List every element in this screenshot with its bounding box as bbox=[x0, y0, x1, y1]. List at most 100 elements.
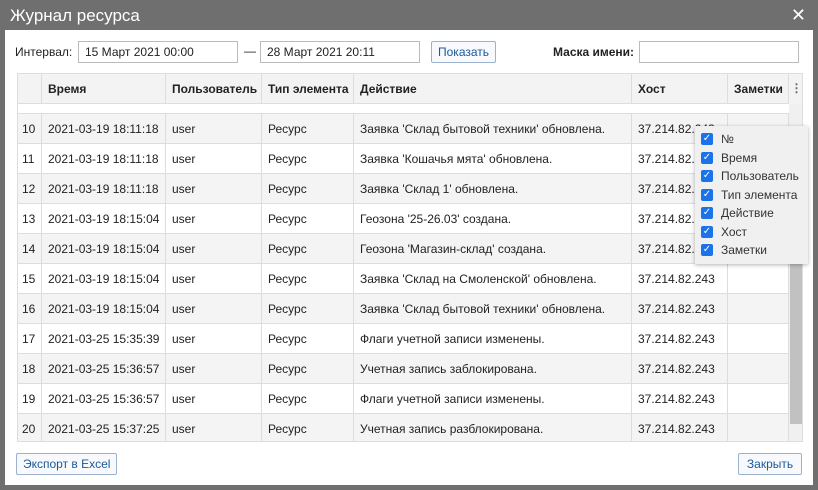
column-menu-icon[interactable]: ⋮ bbox=[789, 74, 802, 104]
table-row[interactable]: 11 2021-03-19 18:11:18 user Ресурс Заявка 'К… bbox=[18, 144, 789, 174]
interval-to-input[interactable] bbox=[260, 41, 420, 63]
column-header[interactable]: Хост bbox=[632, 74, 728, 103]
table-cell: 15 bbox=[18, 264, 42, 293]
column-header[interactable]: Тип элемента bbox=[262, 74, 354, 103]
table-row[interactable]: 10 2021-03-19 18:11:18 user Ресурс Заявка 'С… bbox=[18, 114, 789, 144]
table-header: Время Пользователь Тип элемента Действие Хос… bbox=[18, 74, 802, 104]
checkbox-icon[interactable]: ✓ bbox=[701, 133, 713, 146]
table-cell: Ресурс bbox=[262, 354, 354, 383]
checkbox-icon[interactable]: ✓ bbox=[701, 170, 713, 183]
show-button[interactable]: Показать bbox=[431, 41, 497, 63]
checkbox-icon[interactable]: ✓ bbox=[701, 151, 713, 164]
table-cell: Заявка 'Склад бытовой техники' обновлена… bbox=[354, 114, 632, 143]
table-cell: 37.214.82.243 bbox=[632, 414, 728, 441]
table-cell: user bbox=[166, 264, 262, 293]
table-cell: 19 bbox=[18, 384, 42, 413]
column-toggle[interactable]: ✓ Действие bbox=[701, 204, 802, 223]
table-row[interactable]: 13 2021-03-19 18:15:04 user Ресурс Геозона '… bbox=[18, 204, 789, 234]
table-cell: 2021-03-19 18:11:18 bbox=[42, 144, 166, 173]
table-cell: Ресурс bbox=[262, 264, 354, 293]
column-header[interactable]: Заметки bbox=[728, 74, 789, 103]
close-icon[interactable]: ✕ bbox=[791, 5, 806, 26]
column-toggle[interactable]: ✓ Хост bbox=[701, 223, 802, 242]
checkbox-icon[interactable]: ✓ bbox=[701, 188, 713, 201]
table-cell bbox=[728, 264, 789, 293]
name-mask-label: Маска имени: bbox=[553, 45, 635, 59]
table-cell: user bbox=[166, 384, 262, 413]
column-header[interactable] bbox=[18, 74, 42, 103]
table-cell: 2021-03-19 18:11:18 bbox=[42, 114, 166, 143]
table-cell: Флаги учетной записи изменены. bbox=[354, 324, 632, 353]
log-table: 10 2021-03-19 18:11:18 user Ресурс Заявка 'С… bbox=[17, 73, 803, 442]
column-toggle[interactable]: ✓ Время bbox=[701, 149, 802, 168]
table-cell: 18 bbox=[18, 354, 42, 383]
table-cell: 16 bbox=[18, 294, 42, 323]
table-cell: 37.214.82.243 bbox=[632, 354, 728, 383]
column-header[interactable]: Пользователь bbox=[166, 74, 262, 103]
column-toggle-label: Пользователь bbox=[721, 169, 799, 184]
column-toggle-label: № bbox=[721, 132, 734, 147]
checkbox-icon[interactable]: ✓ bbox=[701, 207, 713, 220]
table-cell: 37.214.82.243 bbox=[632, 384, 728, 413]
table-cell: Ресурс bbox=[262, 174, 354, 203]
resource-log-dialog: Журнал ресурса ✕ Интервал: — Показать Ма… bbox=[0, 0, 818, 490]
column-toggle-label: Заметки bbox=[721, 243, 767, 258]
table-cell: Ресурс bbox=[262, 294, 354, 323]
table-cell: 37.214.82.243 bbox=[632, 264, 728, 293]
name-mask-input[interactable] bbox=[639, 41, 799, 63]
table-cell: Флаги учетной записи изменены. bbox=[354, 384, 632, 413]
table-cell: Учетная запись заблокирована. bbox=[354, 354, 632, 383]
column-toggle-label: Время bbox=[721, 150, 758, 165]
table-cell: Ресурс bbox=[262, 324, 354, 353]
table-row[interactable]: 20 2021-03-25 15:37:25 user Ресурс Учетная з… bbox=[18, 414, 789, 441]
table-cell: 37.214.82.243 bbox=[632, 324, 728, 353]
table-cell: Заявка 'Склад 1' обновлена. bbox=[354, 174, 632, 203]
table-cell: 2021-03-19 18:15:04 bbox=[42, 204, 166, 233]
table-cell: 2021-03-25 15:35:39 bbox=[42, 324, 166, 353]
table-cell: user bbox=[166, 354, 262, 383]
table-cell: 13 bbox=[18, 204, 42, 233]
column-toggle[interactable]: ✓ Пользователь bbox=[701, 167, 802, 186]
table-row[interactable]: 15 2021-03-19 18:15:04 user Ресурс Заявка 'С… bbox=[18, 264, 789, 294]
table-cell: Геозона '25-26.03' создана. bbox=[354, 204, 632, 233]
interval-from-input[interactable] bbox=[78, 41, 238, 63]
table-cell: Ресурс bbox=[262, 204, 354, 233]
table-cell: user bbox=[166, 114, 262, 143]
table-row[interactable]: 12 2021-03-19 18:11:18 user Ресурс Заявка 'С… bbox=[18, 174, 789, 204]
column-visibility-menu: ✓ № ✓ Время ✓ Пользователь ✓ Тип элемента ✓ Дейст… bbox=[695, 126, 808, 264]
table-cell: 2021-03-25 15:36:57 bbox=[42, 384, 166, 413]
table-cell: Заявка 'Кошачья мята' обновлена. bbox=[354, 144, 632, 173]
table-cell: user bbox=[166, 204, 262, 233]
export-excel-button[interactable]: Экспорт в Excel bbox=[16, 453, 118, 475]
checkbox-icon[interactable]: ✓ bbox=[701, 244, 713, 257]
table-row[interactable]: 18 2021-03-25 15:36:57 user Ресурс Учетная з… bbox=[18, 354, 789, 384]
table-cell: 2021-03-19 18:15:04 bbox=[42, 294, 166, 323]
table-row[interactable]: 14 2021-03-19 18:15:04 user Ресурс Геозона '… bbox=[18, 234, 789, 264]
table-cell: Ресурс bbox=[262, 114, 354, 143]
table-cell: 20 bbox=[18, 414, 42, 441]
dialog-title: Журнал ресурса bbox=[10, 6, 140, 25]
table-cell: Учетная запись разблокирована. bbox=[354, 414, 632, 441]
table-cell: 12 bbox=[18, 174, 42, 203]
column-toggle[interactable]: ✓ № bbox=[701, 130, 802, 149]
close-button[interactable]: Закрыть bbox=[738, 453, 802, 475]
checkbox-icon[interactable]: ✓ bbox=[701, 225, 713, 238]
table-cell: user bbox=[166, 414, 262, 441]
table-row[interactable]: 17 2021-03-25 15:35:39 user Ресурс Флаги уче… bbox=[18, 324, 789, 354]
table-row[interactable]: 19 2021-03-25 15:36:57 user Ресурс Флаги уче… bbox=[18, 384, 789, 414]
table-cell: user bbox=[166, 174, 262, 203]
column-header[interactable]: Действие bbox=[354, 74, 632, 103]
dialog-body: Интервал: — Показать Маска имени: 102021… bbox=[5, 30, 813, 485]
table-row[interactable]: 16 2021-03-19 18:15:04 user Ресурс Заявка 'С… bbox=[18, 294, 789, 324]
column-toggle[interactable]: ✓ Тип элемента bbox=[701, 186, 802, 205]
scrollbar-thumb[interactable] bbox=[790, 251, 802, 424]
column-toggle[interactable]: ✓ Заметки bbox=[701, 241, 802, 260]
table-cell: user bbox=[166, 234, 262, 263]
table-cell: 2021-03-19 18:15:04 bbox=[42, 234, 166, 263]
column-header[interactable]: Время bbox=[42, 74, 166, 103]
table-cell: 11 bbox=[18, 144, 42, 173]
interval-dash: — bbox=[244, 44, 256, 58]
table-cell: Геозона 'Магазин-склад' создана. bbox=[354, 234, 632, 263]
column-toggle-label: Тип элемента bbox=[721, 187, 798, 202]
table-cell: Заявка 'Склад на Смоленской' обновлена. bbox=[354, 264, 632, 293]
